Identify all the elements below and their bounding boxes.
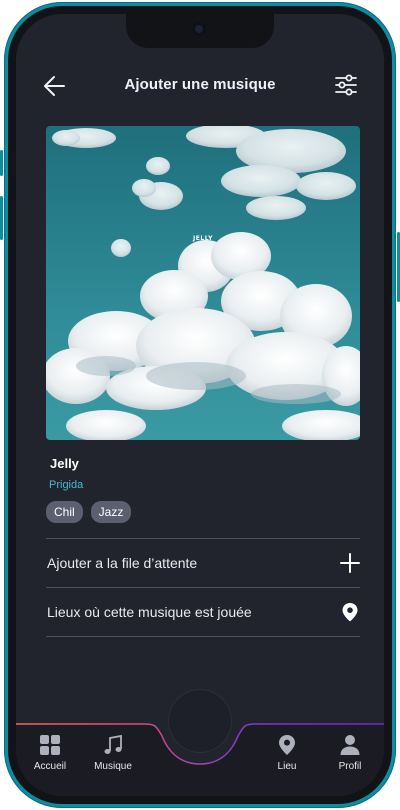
genre-tag[interactable]: Jazz [90, 501, 132, 523]
album-cover: JELLY [46, 126, 360, 440]
nav-profile-label: Profil [338, 761, 362, 772]
header: Ajouter une musique [16, 68, 384, 104]
track-title: Jelly [50, 456, 79, 471]
genre-tags: Chil Jazz [46, 501, 132, 523]
nav-home-label: Accueil [33, 761, 67, 772]
genre-tag[interactable]: Chil [46, 501, 83, 523]
music-note-icon [104, 734, 122, 754]
nav-music[interactable]: Musique [85, 734, 141, 772]
filter-button[interactable] [334, 73, 358, 97]
waveform-icon [186, 706, 215, 736]
nav-place[interactable]: Lieu [259, 734, 315, 772]
map-pin-icon [279, 735, 295, 755]
app-screen: Ajouter une musique JELLY Jelly Prigida … [16, 14, 384, 796]
notch [126, 14, 274, 48]
nav-music-label: Musique [94, 761, 132, 772]
add-to-queue-row[interactable]: Ajouter a la file d’attente [46, 538, 360, 588]
places-played-label: Lieux où cette musique est jouée [47, 604, 252, 620]
places-played-row[interactable]: Lieux où cette musique est jouée [46, 587, 360, 637]
sliders-icon [335, 74, 357, 96]
nav-profile[interactable]: Profil [322, 734, 378, 772]
divider [46, 636, 360, 637]
grid-icon [40, 735, 60, 755]
nav-place-label: Lieu [277, 761, 297, 772]
map-pin-icon [342, 603, 358, 622]
cover-title: JELLY [193, 235, 213, 242]
user-icon [340, 735, 360, 755]
center-play-button[interactable] [169, 690, 231, 752]
add-to-queue-label: Ajouter a la file d’attente [47, 555, 198, 571]
phone-side-button [0, 150, 3, 176]
page-title: Ajouter une musique [124, 76, 276, 93]
nav-home[interactable]: Accueil [22, 734, 78, 772]
cloud-sky-image [46, 126, 360, 440]
track-artist[interactable]: Prigida [49, 479, 83, 491]
plus-icon [340, 553, 360, 573]
camera-icon [192, 22, 206, 36]
phone-side-button [0, 196, 3, 240]
